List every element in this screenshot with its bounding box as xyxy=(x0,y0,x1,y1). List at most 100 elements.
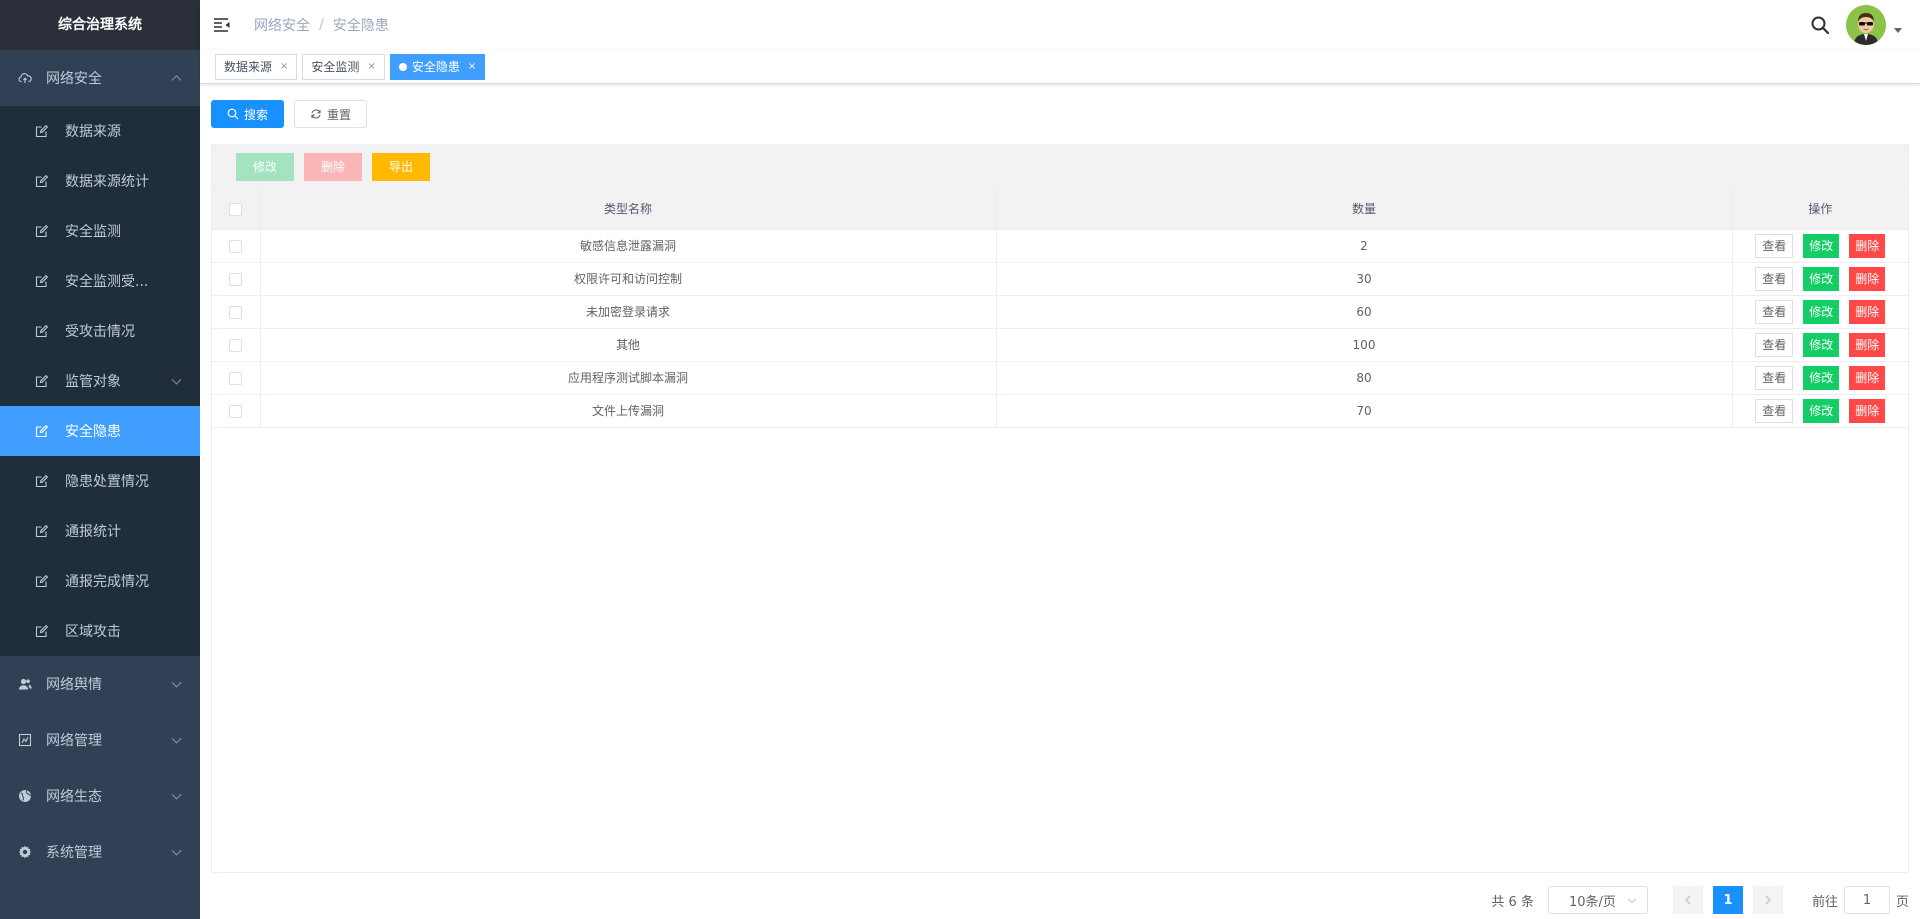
cell-actions: 查看 修改 删除 xyxy=(1732,262,1909,296)
sidebar-item-data-source[interactable]: 数据来源 xyxy=(0,106,200,156)
close-icon[interactable]: × xyxy=(367,55,375,79)
menu-group-network-security[interactable]: 网络安全 xyxy=(0,50,200,106)
row-actions: 查看 修改 删除 xyxy=(1733,332,1909,357)
sidebar-item-report-stats[interactable]: 通报统计 xyxy=(0,506,200,556)
avatar[interactable] xyxy=(1846,5,1886,45)
edit-icon xyxy=(35,274,49,288)
export-button[interactable]: 导出 xyxy=(372,152,430,181)
row-edit-button[interactable]: 修改 xyxy=(1803,332,1840,357)
search-button[interactable]: 搜索 xyxy=(211,100,285,128)
row-edit-button[interactable]: 修改 xyxy=(1803,266,1840,291)
reset-button[interactable]: 重置 xyxy=(294,100,368,128)
chevron-down-icon xyxy=(171,677,182,688)
menu-group-network-management[interactable]: 网络管理 xyxy=(0,712,200,768)
tag-security-monitor[interactable]: 安全监测 × xyxy=(302,53,385,80)
row-delete-button[interactable]: 删除 xyxy=(1849,332,1886,357)
total-count: 共 6 条 xyxy=(1491,894,1534,910)
row-checkbox[interactable] xyxy=(229,338,243,352)
sidebar-item-label: 受攻击情况 xyxy=(65,324,135,340)
sidebar-item-report-completion[interactable]: 通报完成情况 xyxy=(0,556,200,606)
close-icon[interactable]: × xyxy=(280,55,288,79)
cell-actions: 查看 修改 删除 xyxy=(1732,229,1909,263)
menu-group-label: 网络生态 xyxy=(46,789,102,805)
close-icon[interactable]: × xyxy=(468,55,476,79)
row-checkbox[interactable] xyxy=(229,305,243,319)
row-edit-button[interactable]: 修改 xyxy=(1803,398,1840,423)
delete-button[interactable]: 删除 xyxy=(304,152,362,181)
caret-down-icon[interactable] xyxy=(1894,27,1902,33)
active-dot-icon xyxy=(398,62,407,71)
menu-group-label: 网络安全 xyxy=(46,71,102,87)
view-button[interactable]: 查看 xyxy=(1755,233,1794,258)
row-actions: 查看 修改 删除 xyxy=(1733,266,1909,291)
row-actions: 查看 修改 删除 xyxy=(1733,398,1909,423)
sidebar-item-security-hazards[interactable]: 安全隐患 xyxy=(0,406,200,456)
edit-icon xyxy=(35,374,49,388)
cell-type-name: 文件上传漏洞 xyxy=(260,394,997,428)
row-checkbox[interactable] xyxy=(229,272,243,286)
view-button[interactable]: 查看 xyxy=(1755,365,1794,390)
view-button[interactable]: 查看 xyxy=(1755,332,1794,357)
row-checkbox[interactable] xyxy=(229,239,243,253)
gear-icon xyxy=(18,845,32,859)
tags-view: 数据来源 × 安全监测 × 安全隐患 × xyxy=(200,50,1920,84)
tag-security-hazards[interactable]: 安全隐患 × xyxy=(389,53,486,80)
select-all-checkbox[interactable] xyxy=(229,202,243,216)
prev-page-button[interactable] xyxy=(1672,886,1703,914)
goto-prefix: 前往 xyxy=(1811,894,1838,910)
row-delete-button[interactable]: 删除 xyxy=(1849,398,1886,423)
row-checkbox[interactable] xyxy=(229,371,243,385)
row-edit-button[interactable]: 修改 xyxy=(1803,233,1840,258)
search-bar: 搜索 重置 xyxy=(211,100,1909,128)
menu-group-public-opinion[interactable]: 网络舆情 xyxy=(0,656,200,712)
sidebar-item-data-source-stats[interactable]: 数据来源统计 xyxy=(0,156,200,206)
edit-icon xyxy=(35,524,49,538)
hamburger-icon[interactable] xyxy=(200,0,244,50)
next-page-button[interactable] xyxy=(1752,886,1783,914)
breadcrumb-item[interactable]: 网络安全 xyxy=(254,15,310,35)
sidebar-item-region-attack[interactable]: 区域攻击 xyxy=(0,606,200,656)
table-row: 敏感信息泄露漏洞 2 查看 修改 删除 xyxy=(212,229,1909,263)
sidebar-item-security-monitor-affected[interactable]: 安全监测受... xyxy=(0,256,200,306)
table-row: 未加密登录请求 60 查看 修改 删除 xyxy=(212,295,1908,329)
edit-icon xyxy=(35,124,49,138)
table-toolbar: 修改 删除 导出 xyxy=(212,145,1908,189)
chevron-down-icon xyxy=(171,789,182,800)
sidebar-item-label: 安全隐患 xyxy=(65,424,121,440)
sidebar-item-supervised-objects[interactable]: 监管对象 xyxy=(0,356,200,406)
view-button[interactable]: 查看 xyxy=(1755,299,1794,324)
menu-group-system-management[interactable]: 系统管理 xyxy=(0,824,200,880)
row-delete-button[interactable]: 删除 xyxy=(1849,266,1886,291)
users-icon xyxy=(18,677,32,691)
edit-icon xyxy=(35,574,49,588)
row-edit-button[interactable]: 修改 xyxy=(1803,365,1840,390)
sidebar-item-security-monitor[interactable]: 安全监测 xyxy=(0,206,200,256)
menu-group-label: 网络舆情 xyxy=(46,677,102,693)
cloud-upload-icon xyxy=(18,71,32,85)
row-edit-button[interactable]: 修改 xyxy=(1803,299,1840,324)
page-number-current[interactable]: 1 xyxy=(1712,886,1743,914)
row-delete-button[interactable]: 删除 xyxy=(1849,299,1886,324)
sidebar-item-label: 隐患处置情况 xyxy=(65,474,149,490)
search-icon[interactable] xyxy=(1810,15,1830,35)
chart-box-icon xyxy=(18,733,32,747)
breadcrumb-item-current: 安全隐患 xyxy=(332,18,389,34)
cell-type-name: 敏感信息泄露漏洞 xyxy=(260,229,997,263)
row-delete-button[interactable]: 删除 xyxy=(1849,233,1886,258)
tag-label: 安全隐患 xyxy=(411,59,460,74)
view-button[interactable]: 查看 xyxy=(1755,266,1794,291)
row-actions: 查看 修改 删除 xyxy=(1733,233,1909,258)
view-button[interactable]: 查看 xyxy=(1755,398,1794,423)
goto-page-input[interactable]: 1 xyxy=(1843,886,1890,914)
sidebar-item-attack-status[interactable]: 受攻击情况 xyxy=(0,306,200,356)
table-row: 权限许可和访问控制 30 查看 修改 删除 xyxy=(212,262,1909,296)
edit-button[interactable]: 修改 xyxy=(236,152,294,181)
page-size-select[interactable]: 10条/页 xyxy=(1547,886,1648,914)
sidebar-item-hazard-handling[interactable]: 隐患处置情况 xyxy=(0,456,200,506)
row-checkbox[interactable] xyxy=(229,404,243,418)
menu-group-network-ecology[interactable]: 网络生态 xyxy=(0,768,200,824)
cell-count: 2 xyxy=(996,229,1733,263)
row-delete-button[interactable]: 删除 xyxy=(1849,365,1886,390)
search-icon xyxy=(227,108,239,120)
tag-data-source[interactable]: 数据来源 × xyxy=(215,53,298,80)
